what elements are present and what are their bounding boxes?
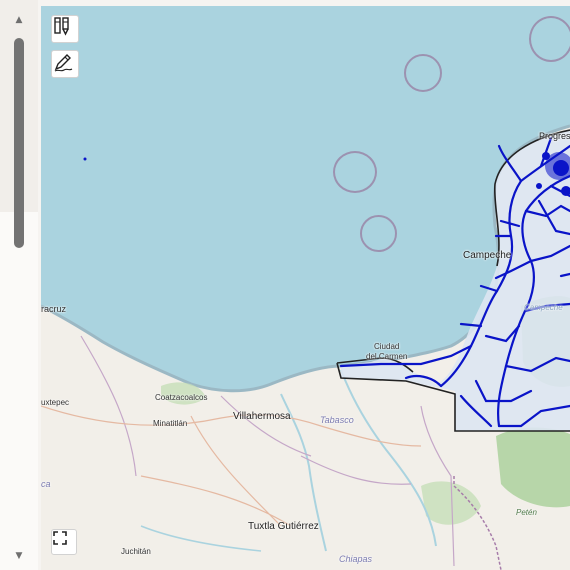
label-tabasco: Tabasco <box>320 415 354 425</box>
label-ciudad-del-carmen: Ciudad del Carmen <box>366 342 408 361</box>
label-oaxaca: ca <box>41 479 51 489</box>
pencil-icon <box>54 54 73 72</box>
vertical-scrollbar[interactable]: ▲ ▼ <box>8 6 30 564</box>
label-peten: Petén <box>516 508 537 517</box>
label-chiapas: Chiapas <box>339 554 373 564</box>
scroll-down-arrow[interactable]: ▼ <box>13 550 25 562</box>
side-panel: ▲ ▼ <box>0 0 38 570</box>
label-campeche-region: Campeche <box>524 303 563 312</box>
lake-ring <box>360 215 397 252</box>
lake-ring <box>529 16 570 62</box>
lake-ring <box>333 151 377 193</box>
label-coatzacoalcos: Coatzacoalcos <box>155 393 208 402</box>
lake-ring <box>404 54 442 92</box>
label-tuxtepec: uxtepec <box>41 398 70 407</box>
map-canvas[interactable] <box>41 6 570 570</box>
label-tuxtla: Tuxtla Gutiérrez <box>248 521 319 532</box>
label-villahermosa: Villahermosa <box>233 411 291 422</box>
scroll-up-arrow[interactable]: ▲ <box>13 14 25 26</box>
fullscreen-icon <box>53 531 67 545</box>
layers-button[interactable] <box>51 15 79 43</box>
scroll-thumb[interactable] <box>14 38 24 248</box>
label-campeche: Campeche <box>463 250 512 261</box>
label-veracruz: racruz <box>41 304 67 314</box>
label-minatitlan: Minatitlán <box>153 419 188 428</box>
label-juchitan: Juchitán <box>121 547 151 556</box>
layers-icon <box>54 17 69 36</box>
fullscreen-button[interactable] <box>51 529 77 555</box>
label-progreso: Progreso <box>539 131 570 141</box>
map-view[interactable]: Progreso Campeche Ciudad del Carmen racr… <box>41 6 570 570</box>
draw-button[interactable] <box>51 50 79 78</box>
